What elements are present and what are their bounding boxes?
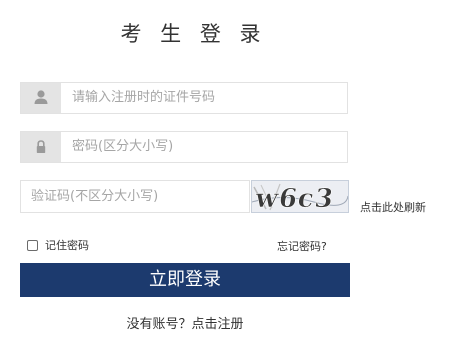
login-page: 考 生 登 录 请输入注册时的证件号码 密码(区分大小写) 验证码(不区分大小写… (0, 0, 449, 353)
id-number-placeholder: 请输入注册时的证件号码 (72, 90, 216, 105)
remember-password[interactable]: 记住密码 (27, 237, 89, 253)
lock-icon (21, 132, 61, 162)
page-title: 考 生 登 录 (120, 22, 267, 46)
captcha-text: w6c3 (252, 183, 336, 212)
forgot-password-link[interactable]: 忘记密码? (277, 238, 327, 254)
captcha-input[interactable]: 验证码(不区分大小写) (20, 180, 250, 213)
password-placeholder: 密码(区分大小写) (72, 139, 174, 154)
remember-label: 记住密码 (45, 239, 89, 252)
id-number-field[interactable]: 请输入注册时的证件号码 (20, 82, 348, 114)
password-field[interactable]: 密码(区分大小写) (20, 131, 348, 163)
captcha-refresh-link[interactable]: 点击此处刷新 (360, 199, 426, 215)
user-icon (21, 83, 61, 113)
captcha-image[interactable]: w6c3 (251, 180, 349, 213)
login-button[interactable]: 立即登录 (20, 263, 350, 297)
remember-checkbox[interactable] (27, 239, 38, 251)
captcha-placeholder: 验证码(不区分大小写) (31, 189, 159, 204)
register-link[interactable]: 没有账号？点击注册 (0, 313, 370, 332)
